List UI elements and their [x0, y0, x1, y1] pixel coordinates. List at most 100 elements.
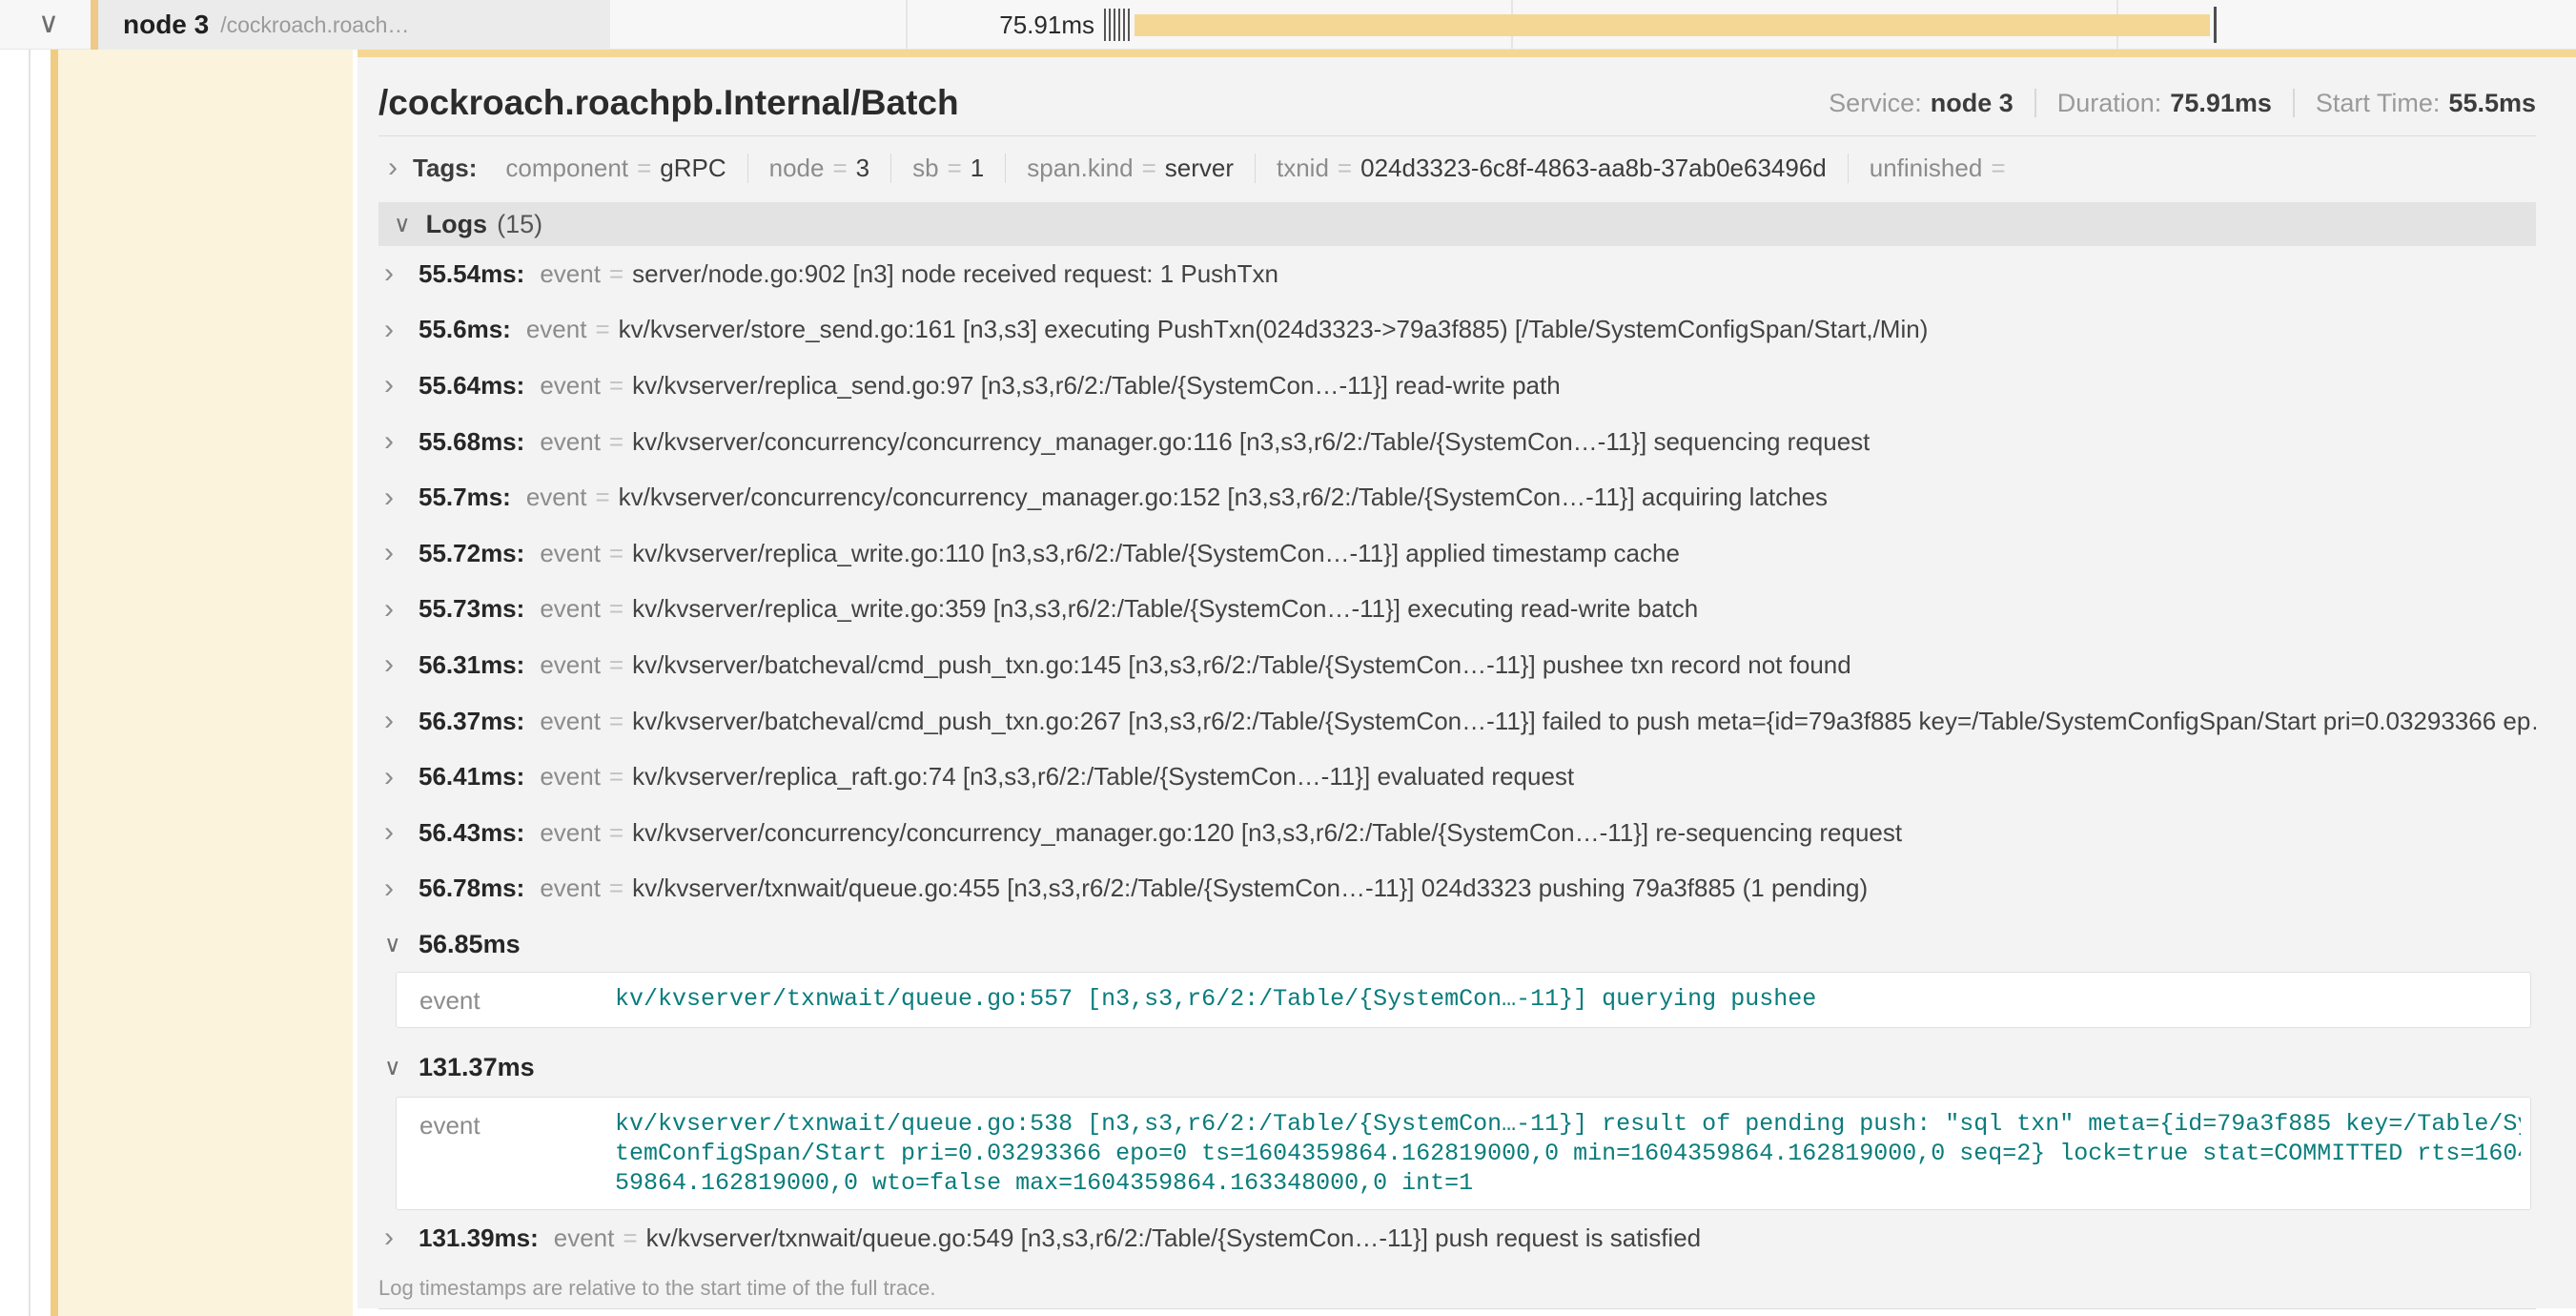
log-field-key: event — [540, 874, 601, 903]
log-row[interactable]: › 56.78ms: event = kv/kvserver/txnwait/q… — [378, 861, 2536, 917]
header-divider — [378, 135, 2536, 136]
log-timestamp: 56.31ms: — [419, 650, 524, 680]
equals-sign: = — [609, 371, 624, 401]
chevron-right-icon: › — [388, 152, 398, 184]
log-detail-table: event kv/kvserver/txnwait/queue.go:538 [… — [396, 1097, 2531, 1210]
log-field-key: event — [540, 539, 601, 568]
duration-label: Duration: — [2057, 89, 2162, 118]
log-detail-table: event kv/kvserver/txnwait/queue.go:557 [… — [396, 972, 2531, 1028]
chevron-right-icon: › — [378, 1222, 419, 1254]
log-field-key: event — [540, 427, 601, 457]
chevron-down-icon: ∨ — [394, 211, 411, 238]
log-timestamp: 56.85ms — [419, 930, 521, 959]
chevron-right-icon: › — [378, 257, 419, 290]
span-detail-card: /cockroach.roachpb.Internal/Batch Servic… — [358, 50, 2576, 1308]
chevron-down-icon: ∨ — [378, 931, 419, 958]
equals-sign: = — [1142, 154, 1156, 183]
log-row[interactable]: › 131.39ms: event = kv/kvserver/txnwait/… — [378, 1210, 2536, 1266]
log-row[interactable]: › 56.37ms: event = kv/kvserver/batcheval… — [378, 693, 2536, 750]
chevron-right-icon: › — [378, 593, 419, 626]
chevron-right-icon: › — [378, 425, 419, 458]
tag-key: component — [505, 154, 628, 183]
log-field-key: event — [419, 1109, 615, 1198]
span-name-tab[interactable]: node 3 /cockroach.roach… — [91, 0, 610, 50]
span-duration-bar[interactable] — [1135, 14, 2210, 36]
log-row[interactable]: › 55.72ms: event = kv/kvserver/replica_w… — [378, 525, 2536, 582]
tag-item: unfinished = — [1848, 154, 2035, 183]
chevron-right-icon: › — [378, 369, 419, 401]
log-row[interactable]: › 55.6ms: event = kv/kvserver/store_send… — [378, 302, 2536, 359]
log-field-value: kv/kvserver/batcheval/cmd_push_txn.go:26… — [632, 707, 2536, 736]
tags-section-toggle[interactable]: › Tags: component = gRPC node = 3 sb = 1… — [378, 137, 2536, 198]
log-field-value: kv/kvserver/batcheval/cmd_push_txn.go:14… — [632, 650, 1851, 680]
log-field-key: event — [540, 762, 601, 792]
span-operation-name: /cockroach.roach… — [220, 12, 409, 38]
log-row-expanded-toggle[interactable]: ∨ 56.85ms — [378, 916, 2536, 972]
log-field-key: event — [540, 707, 601, 736]
equals-sign: = — [609, 707, 624, 736]
log-row[interactable]: › 55.7ms: event = kv/kvserver/concurrenc… — [378, 469, 2536, 525]
equals-sign: = — [609, 650, 624, 680]
log-field-value: kv/kvserver/store_send.go:161 [n3,s3] ex… — [619, 315, 1929, 344]
log-timestamp: 55.72ms: — [419, 539, 524, 568]
tag-item: txnid = 024d3323-6c8f-4863-aa8b-37ab0e63… — [1255, 154, 1848, 183]
equals-sign: = — [609, 818, 624, 848]
tag-value: server — [1165, 154, 1234, 183]
chevron-right-icon: › — [378, 873, 419, 905]
log-field-key: event — [554, 1223, 615, 1253]
log-row[interactable]: › 55.73ms: event = kv/kvserver/replica_w… — [378, 582, 2536, 638]
chevron-right-icon: › — [378, 761, 419, 793]
logs-section-toggle[interactable]: ∨ Logs (15) — [378, 202, 2536, 246]
log-row[interactable]: › 55.68ms: event = kv/kvserver/concurren… — [378, 414, 2536, 470]
equals-sign: = — [609, 874, 624, 903]
logs-bottom-divider — [378, 1308, 2536, 1309]
tag-item: component = gRPC — [484, 154, 746, 183]
tag-item: span.kind = server — [1005, 154, 1255, 183]
chevron-right-icon: › — [378, 648, 419, 681]
log-tick-marks — [1104, 9, 1130, 41]
log-row[interactable]: › 56.43ms: event = kv/kvserver/concurren… — [378, 805, 2536, 861]
log-timestamp: 131.37ms — [419, 1053, 535, 1082]
start-time-label: Start Time: — [2316, 89, 2441, 118]
span-meta: Service: node 3 Duration: 75.91ms Start … — [1829, 89, 2536, 118]
selected-span-name-column — [58, 50, 353, 1316]
log-timestamp: 55.73ms: — [419, 594, 524, 624]
log-row[interactable]: › 55.64ms: event = kv/kvserver/replica_s… — [378, 358, 2536, 414]
log-timestamp: 55.6ms: — [419, 315, 511, 344]
log-field-key: event — [540, 818, 601, 848]
log-row-expanded-toggle[interactable]: ∨ 131.37ms — [378, 1039, 2536, 1095]
equals-sign: = — [609, 427, 624, 457]
equals-sign: = — [1991, 154, 2005, 183]
log-timestamp: 55.54ms: — [419, 259, 524, 289]
logs-footer-note: Log timestamps are relative to the start… — [378, 1274, 2536, 1303]
service-label: Service: — [1829, 89, 1922, 118]
equals-sign: = — [832, 154, 847, 183]
tag-value: 3 — [856, 154, 869, 183]
chevron-down-icon[interactable]: ∨ — [38, 0, 59, 50]
log-field-value: kv/kvserver/txnwait/queue.go:538 [n3,s3,… — [615, 1109, 2521, 1198]
chevron-right-icon: › — [378, 314, 419, 346]
duration-value: 75.91ms — [2170, 89, 2272, 118]
tag-key: sb — [912, 154, 938, 183]
meta-separator — [2293, 89, 2295, 117]
service-value: node 3 — [1931, 89, 2014, 118]
equals-sign: = — [948, 154, 962, 183]
log-row[interactable]: › 56.41ms: event = kv/kvserver/replica_r… — [378, 749, 2536, 805]
log-field-value: kv/kvserver/concurrency/concurrency_mana… — [619, 483, 1828, 512]
equals-sign: = — [1338, 154, 1352, 183]
log-field-value: kv/kvserver/concurrency/concurrency_mana… — [632, 427, 1870, 457]
trace-view-left-divider — [29, 0, 31, 1316]
tag-key: txnid — [1277, 154, 1329, 183]
meta-separator — [2034, 89, 2036, 117]
equals-sign: = — [609, 762, 624, 792]
chevron-right-icon: › — [378, 537, 419, 569]
log-row[interactable]: › 55.54ms: event = server/node.go:902 [n… — [378, 246, 2536, 302]
tag-value: 024d3323-6c8f-4863-aa8b-37ab0e63496d — [1360, 154, 1827, 183]
log-row[interactable]: › 56.31ms: event = kv/kvserver/batcheval… — [378, 637, 2536, 693]
span-timeline-row[interactable]: ∨ node 3 /cockroach.roach… 75.91ms — [0, 0, 2576, 50]
start-time-value: 55.5ms — [2448, 89, 2536, 118]
log-timestamp: 56.43ms: — [419, 818, 524, 848]
log-timestamp: 56.78ms: — [419, 874, 524, 903]
log-field-value: kv/kvserver/replica_write.go:359 [n3,s3,… — [632, 594, 1698, 624]
log-timestamp: 56.37ms: — [419, 707, 524, 736]
